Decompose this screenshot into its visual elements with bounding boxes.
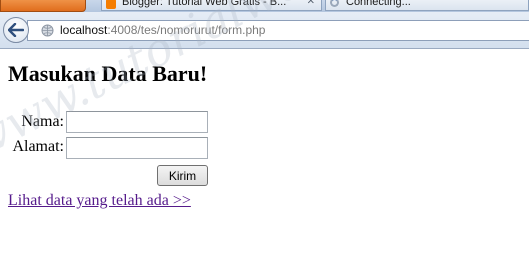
page-title: Masukan Data Baru!: [8, 61, 208, 86]
alamat-input[interactable]: [66, 137, 208, 159]
url-host: localhost: [60, 23, 108, 37]
globe-icon: [41, 24, 54, 37]
tab-title: Blogger: Tutorial Web Gratis - B...: [122, 0, 287, 8]
firefox-menu-button[interactable]: [0, 0, 86, 12]
kirim-button[interactable]: Kirim: [157, 165, 208, 186]
view-data-link[interactable]: Lihat data yang telah ada >>: [8, 192, 191, 210]
page-content: Masukan Data Baru! Nama: Alamat: Kirim L…: [0, 49, 529, 278]
nama-input[interactable]: [66, 111, 208, 133]
loading-spinner-icon: [330, 0, 339, 7]
blogger-icon: [106, 0, 116, 9]
url-text: localhost:4008/tes/nomorurut/form.php: [60, 23, 265, 37]
tab-title: Connecting...: [346, 0, 411, 8]
tab-blogger[interactable]: Blogger: Tutorial Web Gratis - B... ✕: [101, 0, 322, 11]
back-button[interactable]: [3, 17, 29, 43]
address-bar[interactable]: localhost:4008/tes/nomorurut/form.php: [27, 20, 529, 41]
navigation-toolbar: localhost:4008/tes/nomorurut/form.php: [0, 12, 529, 49]
nama-label: Nama:: [21, 113, 64, 130]
back-arrow-icon: [8, 23, 24, 37]
alamat-label: Alamat:: [12, 138, 64, 155]
browser-window: Blogger: Tutorial Web Gratis - B... ✕ Co…: [0, 0, 529, 278]
tab-strip: Blogger: Tutorial Web Gratis - B... ✕ Co…: [0, 0, 529, 12]
tab-connecting[interactable]: Connecting...: [325, 0, 529, 11]
url-path: :4008/tes/nomorurut/form.php: [107, 23, 266, 37]
close-tab-icon[interactable]: ✕: [307, 0, 315, 7]
